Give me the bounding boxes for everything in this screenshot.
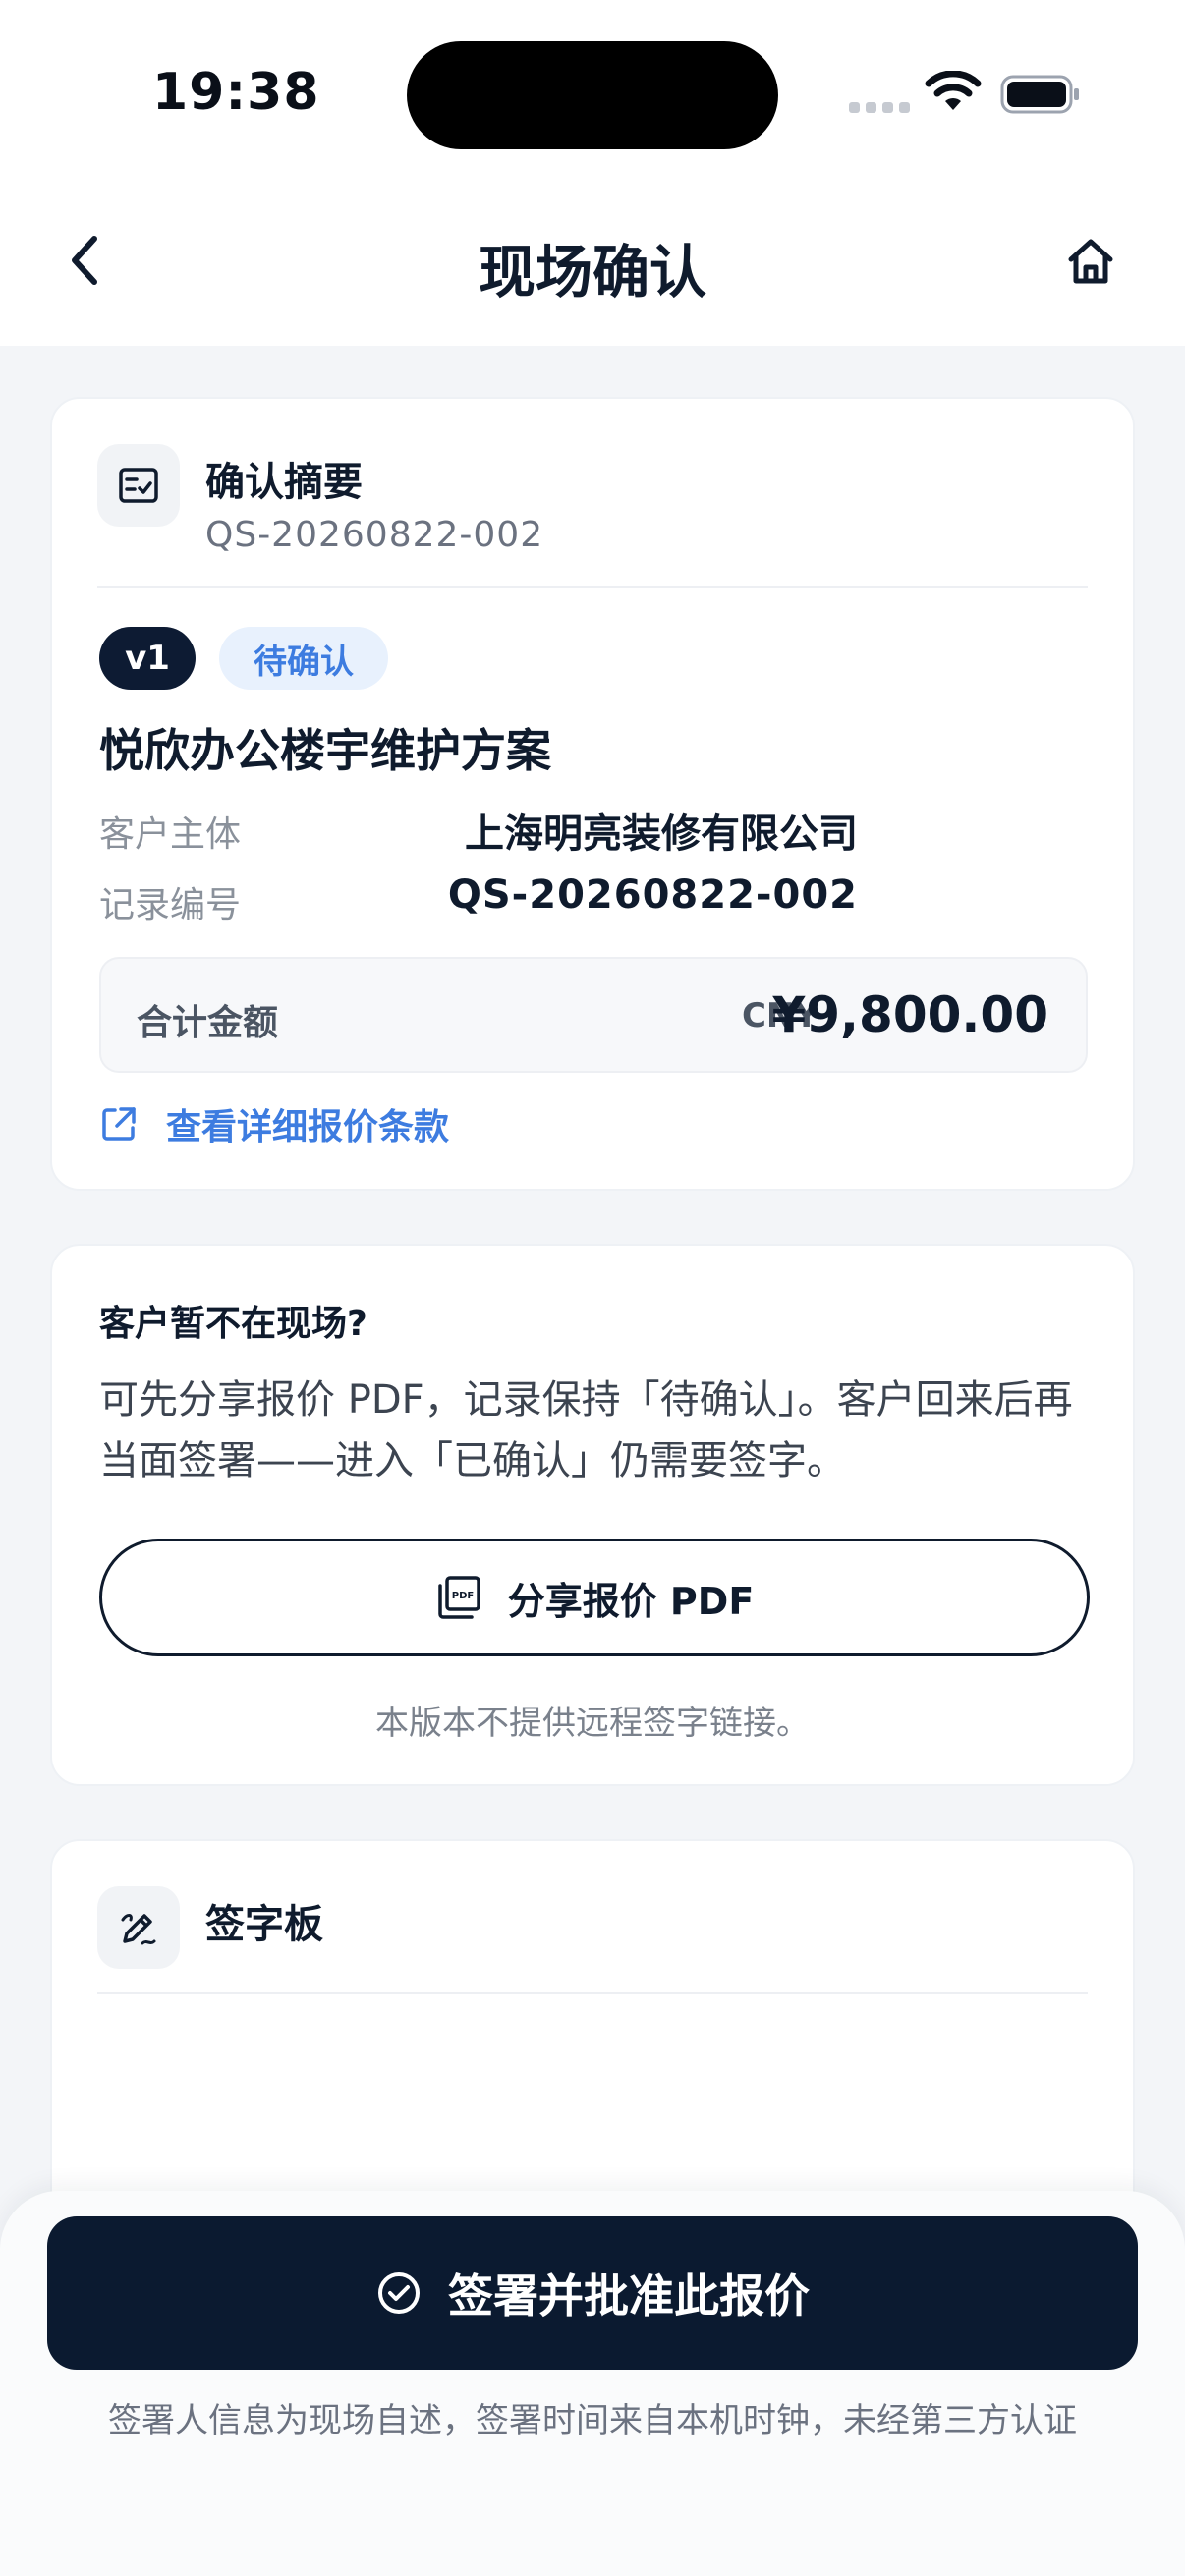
- screen: 19:38 现场确认 确认摘要 QS-20260822-002 v1 待确认 悦…: [0, 0, 1185, 2576]
- customer-absent-card: 客户暂不在现场? 可先分享报价 PDF，记录保持「待确认」。客户回来后再当面签署…: [50, 1244, 1135, 1786]
- dynamic-island: [407, 41, 778, 149]
- external-link-icon: [102, 1107, 136, 1141]
- total-value: ¥9,800.00: [771, 986, 1048, 1043]
- pdf-icon: PDF: [437, 1576, 480, 1619]
- plan-title: 悦欣办公楼宇维护方案: [99, 724, 551, 777]
- battery-icon: [1000, 75, 1079, 114]
- checklist-icon: [119, 468, 158, 503]
- record-value: QS-20260822-002: [447, 872, 858, 918]
- customer-label: 客户主体: [99, 814, 242, 855]
- wifi-icon: [925, 71, 982, 110]
- share-pdf-label: 分享报价 PDF: [507, 1579, 755, 1623]
- status-bar: 19:38: [0, 0, 1185, 187]
- signature-icon: [121, 1914, 156, 1945]
- signature-icon-box: [97, 1886, 180, 1969]
- summary-divider: [97, 586, 1088, 588]
- total-label: 合计金额: [137, 1003, 279, 1043]
- remote-sign-note: 本版本不提供远程签字链接。: [375, 1704, 810, 1743]
- sign-approve-button[interactable]: 签署并批准此报价: [47, 2216, 1138, 2370]
- signer-disclaimer: 签署人信息为现场自述，签署时间来自本机时钟，未经第三方认证: [108, 2401, 1077, 2440]
- share-pdf-button[interactable]: PDF 分享报价 PDF: [99, 1539, 1090, 1656]
- home-icon: [1068, 239, 1113, 284]
- summary-card: 确认摘要 QS-20260822-002 v1 待确认 悦欣办公楼宇维护方案 客…: [50, 397, 1135, 1191]
- bottom-action-bar: 签署并批准此报价 签署人信息为现场自述，签署时间来自本机时钟，未经第三方认证: [0, 2191, 1185, 2576]
- signature-title: 签字板: [205, 1902, 323, 1947]
- view-detail-terms-link[interactable]: 查看详细报价条款: [99, 1094, 449, 1153]
- record-label: 记录编号: [99, 885, 242, 925]
- absent-description: 可先分享报价 PDF，记录保持「待确认」。客户回来后再当面签署——进入「已确认」…: [99, 1377, 1073, 1484]
- summary-id: QS-20260822-002: [205, 515, 544, 555]
- home-button[interactable]: [1059, 230, 1122, 293]
- signature-card: 签字板: [50, 1839, 1135, 2252]
- absent-title: 客户暂不在现场?: [99, 1304, 367, 1344]
- sign-approve-label: 签署并批准此报价: [448, 2269, 810, 2323]
- signature-divider: [97, 1992, 1088, 1994]
- customer-value: 上海明亮装修有限公司: [465, 812, 858, 857]
- status-badge: 待确认: [219, 627, 388, 690]
- page-title: 现场确认: [478, 239, 706, 306]
- version-badge: v1: [99, 627, 196, 690]
- nav-bar: 现场确认: [0, 187, 1185, 346]
- summary-icon-box: [97, 444, 180, 527]
- check-circle-icon: [378, 2272, 420, 2314]
- summary-title: 确认摘要: [205, 460, 363, 505]
- svg-text:PDF: PDF: [451, 1591, 473, 1601]
- cellular-signal-icon: [849, 102, 910, 113]
- status-time: 19:38: [152, 63, 320, 122]
- total-amount-box: 合计金额 CNY ¥9,800.00: [99, 957, 1088, 1073]
- detail-link-label: 查看详细报价条款: [166, 1107, 450, 1148]
